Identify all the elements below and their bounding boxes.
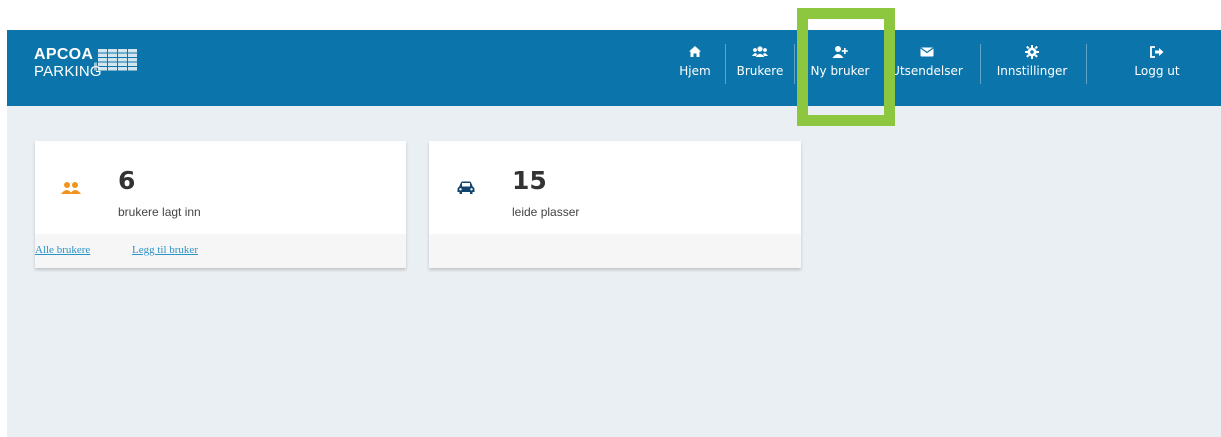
users-summary-card: 6 brukere lagt inn Alle brukere Legg til… [35, 141, 406, 268]
users-count: 6 [118, 166, 136, 195]
nav-home-label: Hjem [679, 64, 711, 78]
all-users-link[interactable]: Alle brukere [35, 244, 90, 256]
nav-logout[interactable]: Logg ut [1127, 44, 1187, 94]
home-icon [689, 46, 701, 57]
spaces-card-footer [429, 234, 801, 268]
nav-settings-label: Innstillinger [996, 64, 1068, 78]
logo-grid-icon [94, 49, 137, 71]
gear-icon [1025, 45, 1039, 59]
top-navigation-bar: APCOA PARKING Hjem Brukere Ny bruker Uts… [7, 30, 1221, 106]
nav-divider [725, 44, 726, 84]
users-card-footer: Alle brukere Legg til bruker [35, 234, 406, 268]
users-icon [61, 182, 81, 194]
logo-wordmark: APCOA PARKING [34, 46, 102, 80]
nav-divider [980, 44, 981, 84]
app-frame: APCOA PARKING Hjem Brukere Ny bruker Uts… [7, 30, 1221, 437]
sign-out-icon [1150, 46, 1164, 58]
car-icon [457, 181, 475, 194]
apcoa-parking-logo[interactable]: APCOA PARKING [34, 47, 174, 79]
users-caption: brukere lagt inn [118, 205, 201, 219]
spaces-count: 15 [512, 166, 547, 195]
envelope-icon [920, 47, 934, 57]
nav-divider [1086, 44, 1087, 84]
nav-home[interactable]: Hjem [669, 44, 721, 94]
nav-mailings-label: Utsendelser [891, 64, 963, 78]
nav-settings[interactable]: Innstillinger [982, 44, 1082, 94]
nav-divider [794, 44, 795, 84]
spaces-summary-card: 15 leide plasser [429, 141, 801, 268]
nav-logout-label: Logg ut [1134, 64, 1180, 78]
nav-mailings[interactable]: Utsendelser [887, 44, 967, 94]
new-user-highlight-box [797, 8, 895, 126]
add-user-link[interactable]: Legg til bruker [132, 244, 198, 256]
nav-users-label: Brukere [736, 64, 784, 78]
nav-users[interactable]: Brukere [731, 44, 789, 94]
users-icon [752, 46, 768, 57]
spaces-caption: leide plasser [512, 205, 580, 219]
